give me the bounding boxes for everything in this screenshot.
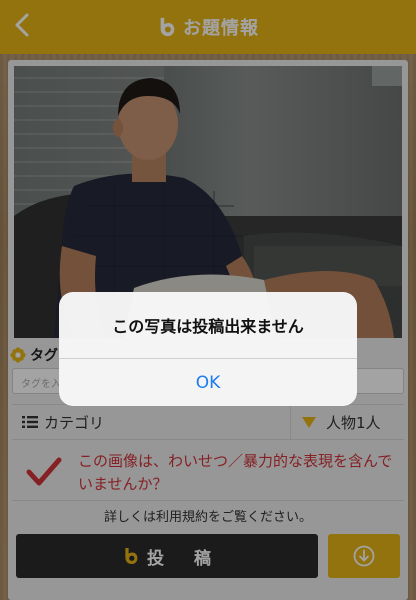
alert-message: この写真は投稿出来ません xyxy=(112,317,304,336)
alert-dialog: この写真は投稿出来ません OK xyxy=(59,292,357,406)
alert-ok-button[interactable]: OK xyxy=(59,359,357,406)
